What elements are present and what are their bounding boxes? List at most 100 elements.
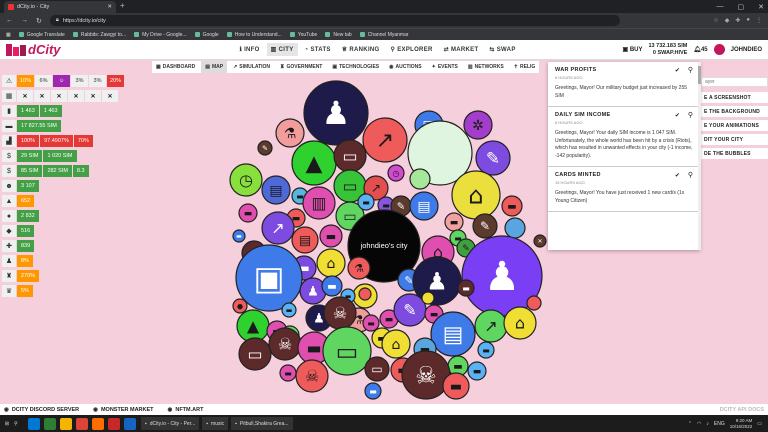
close-icon[interactable]: ✕ <box>85 90 101 102</box>
stat-chip[interactable]: 8.3 <box>72 165 89 177</box>
building-bubble[interactable]: ▬ <box>364 382 382 400</box>
building-bubble[interactable]: ▭ <box>364 356 390 382</box>
windows-start-icon[interactable]: ⊞ <box>0 421 14 427</box>
notification-center-icon[interactable]: ▭ <box>757 421 762 427</box>
stat-chip[interactable]: 10% <box>17 75 34 87</box>
avatar[interactable] <box>713 44 725 55</box>
new-tab-icon[interactable]: + <box>120 1 125 10</box>
building-bubble[interactable]: ☠ <box>323 296 357 330</box>
stat-chip[interactable]: 17 827.55 SIM <box>17 120 61 132</box>
panel-button[interactable]: DIT YOUR CITY <box>701 134 768 145</box>
subnav-government[interactable]: ♜ GOVERNMENT <box>276 61 326 73</box>
close-icon[interactable]: ✕ <box>17 90 33 102</box>
menu-icon[interactable]: ⋮ <box>756 17 762 24</box>
logo[interactable]: dCity <box>6 42 61 57</box>
stat-chip[interactable]: 97.4907% <box>40 135 73 147</box>
nav-market[interactable]: ⇄ MARKET <box>440 43 483 56</box>
building-bubble[interactable]: ▥ <box>302 186 336 220</box>
stat-chip[interactable]: 6% <box>35 75 52 87</box>
building-bubble[interactable]: ▤ <box>261 175 291 205</box>
notifications-button[interactable]: 🔔︎45 <box>693 46 707 53</box>
nav-swap[interactable]: ⇆ SWAP <box>485 43 519 56</box>
building-bubble[interactable] <box>409 168 431 190</box>
building-bubble[interactable]: ● <box>232 298 248 314</box>
building-bubble[interactable]: ↗ <box>261 211 295 245</box>
subnav-networks[interactable]: ▥ NETWORKS <box>464 61 508 73</box>
building-bubble[interactable]: ▬ <box>467 361 487 381</box>
footer-link[interactable]: ◉ DCITY DISCORD SERVER <box>4 407 79 413</box>
stat-chip[interactable]: 20% <box>107 75 124 87</box>
stat-chip[interactable]: 70% <box>73 135 93 147</box>
nav-info[interactable]: ℹ INFO <box>236 43 264 56</box>
close-window-icon[interactable]: ✕ <box>758 3 764 11</box>
panel-button[interactable]: E YOUR ANIMATIONS <box>701 120 768 131</box>
subnav-map[interactable]: ▤ MAP <box>201 61 228 73</box>
stat-chip[interactable]: 5% <box>17 285 33 297</box>
stat-chip[interactable]: 3% <box>71 75 88 87</box>
building-bubble[interactable]: ⌂ <box>316 248 346 278</box>
building-bubble[interactable]: ✲ <box>463 110 493 140</box>
building-bubble[interactable]: ☠ <box>401 350 451 400</box>
back-icon[interactable]: ← <box>6 17 13 24</box>
stat-chip[interactable]: 2 832 <box>17 210 39 222</box>
stat-chip[interactable]: 85 SIM <box>17 165 43 177</box>
puzzle-icon[interactable]: ✚ <box>735 17 740 24</box>
word-icon[interactable] <box>124 417 136 430</box>
taskview-icon[interactable] <box>28 417 40 430</box>
bookmark-item[interactable]: YouTube <box>289 32 317 38</box>
search-icon[interactable]: ⚲ <box>14 421 26 427</box>
bookmark-item[interactable]: Google Translate <box>18 32 65 38</box>
close-icon[interactable]: ✕ <box>68 90 84 102</box>
player-search-input[interactable] <box>701 77 768 87</box>
stat-chip[interactable]: 100% <box>17 135 40 147</box>
clock[interactable]: 9:20 AM 10/16/2022 <box>730 418 753 430</box>
wifi-icon[interactable]: ◠ <box>697 421 701 427</box>
building-bubble[interactable]: ▬ <box>321 275 343 297</box>
tray-arrow-icon[interactable]: ⌃ <box>688 421 692 427</box>
building-bubble[interactable]: ↗ <box>362 117 408 163</box>
subnav-events[interactable]: ✦ EVENTS <box>428 61 462 73</box>
building-bubble[interactable]: ▬ <box>232 229 246 243</box>
building-bubble[interactable]: ↗ <box>474 309 508 343</box>
volume-icon[interactable]: ♪ <box>706 421 709 427</box>
buy-button[interactable]: ▣ BUY <box>622 46 642 53</box>
taskbar-window[interactable]: ▪ dCity.io - City - Per... <box>141 417 200 430</box>
nav-city[interactable]: ▥ CITY <box>266 43 298 56</box>
bookmark-item[interactable]: New tab <box>325 32 352 38</box>
maximize-icon[interactable]: ▢ <box>738 3 745 11</box>
stat-chip[interactable]: 8% <box>17 255 33 267</box>
building-bubble[interactable]: ▲ <box>291 140 337 186</box>
building-bubble[interactable] <box>358 287 372 301</box>
firefox-icon[interactable] <box>92 417 104 430</box>
star-icon[interactable]: ☆ <box>713 17 718 24</box>
building-bubble[interactable]: ▬ <box>279 364 297 382</box>
subnav-relig[interactable]: ✝ RELIG <box>510 61 539 73</box>
building-bubble[interactable]: ▤ <box>291 226 319 254</box>
nav-explorer[interactable]: ⚲ EXPLORER <box>387 43 437 56</box>
building-bubble[interactable]: ▤ <box>409 191 439 221</box>
building-bubble[interactable]: ♟ <box>303 80 369 146</box>
building-bubble[interactable]: ☠ <box>295 359 329 393</box>
building-bubble[interactable]: ▣ <box>235 244 303 312</box>
opera-icon[interactable] <box>108 417 120 430</box>
stat-chip[interactable]: 29 SIM <box>17 150 43 162</box>
building-bubble[interactable] <box>526 295 542 311</box>
stat-chip[interactable]: 3 107 <box>17 180 39 192</box>
bookmark-item[interactable]: Rabbits: Zawgyi to... <box>72 32 126 38</box>
building-bubble[interactable]: ✎ <box>257 140 273 156</box>
bookmark-item[interactable]: Google <box>194 32 219 38</box>
taskbar-window[interactable]: ▪ Pitbull,Shakira Grea... <box>231 417 293 430</box>
building-bubble[interactable]: ▬ <box>457 279 475 297</box>
building-bubble[interactable]: ▭ <box>333 139 367 173</box>
building-bubble[interactable]: ▤ <box>430 311 476 357</box>
bookmark-item[interactable]: Channel Myanmar <box>359 32 409 38</box>
building-bubble[interactable]: ☠ <box>268 327 302 361</box>
building-bubble[interactable]: ◷ <box>387 164 405 182</box>
search-icon[interactable]: ⚲ <box>688 171 693 179</box>
building-bubble[interactable]: ♟ <box>299 277 327 305</box>
footer-link[interactable]: ◉ MONSTER MARKET <box>93 407 153 413</box>
apps-icon[interactable]: ▦ <box>6 32 11 38</box>
subnav-simulation[interactable]: ↗ SIMULATION <box>229 61 274 73</box>
building-bubble[interactable]: ▬ <box>477 341 495 359</box>
panel-button[interactable]: E A SCREENSHOT <box>701 92 768 103</box>
